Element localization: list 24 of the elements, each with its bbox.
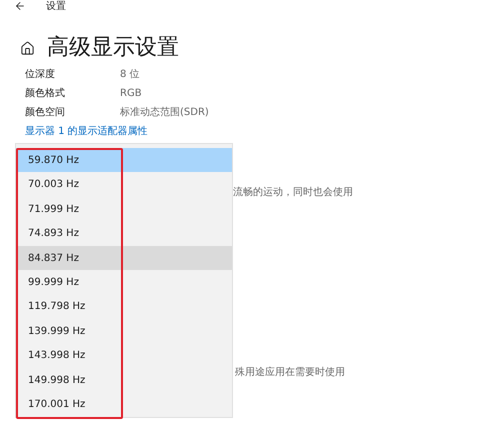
back-icon[interactable] — [14, 0, 26, 12]
description-text: 流畅的运动，同时也会使用 — [233, 187, 353, 198]
menu-item[interactable]: 119.798 Hz — [16, 294, 232, 320]
info-label: 颜色格式 — [25, 86, 66, 101]
home-icon[interactable] — [20, 40, 35, 56]
window-title: 设置 — [46, 0, 66, 14]
info-label: 颜色空间 — [25, 106, 66, 120]
description-text: 殊用途应用在需要时使用 — [235, 367, 345, 378]
menu-item[interactable]: 84.837 Hz — [16, 246, 232, 270]
info-label: 位深度 — [25, 68, 56, 82]
menu-item[interactable]: 139.999 Hz — [16, 319, 232, 344]
menu-item[interactable]: 143.998 Hz — [16, 344, 232, 368]
info-value: 标准动态范围(SDR) — [120, 106, 209, 120]
page-title: 高级显示设置 — [47, 35, 179, 61]
menu-item[interactable]: 99.999 Hz — [16, 270, 232, 295]
menu-item[interactable]: 71.999 Hz — [16, 196, 232, 222]
menu-item[interactable]: 70.003 Hz — [16, 172, 232, 197]
info-value: RGB — [120, 87, 142, 101]
menu-item[interactable]: 170.001 Hz — [16, 392, 232, 417]
menu-item[interactable]: 74.893 Hz — [16, 221, 232, 246]
menu-item[interactable]: 59.870 Hz — [16, 148, 232, 172]
info-value: 8 位 — [120, 68, 140, 82]
adapter-properties-link[interactable]: 显示器 1 的显示适配器属性 — [25, 122, 148, 141]
menu-item[interactable]: 149.998 Hz — [16, 368, 232, 393]
